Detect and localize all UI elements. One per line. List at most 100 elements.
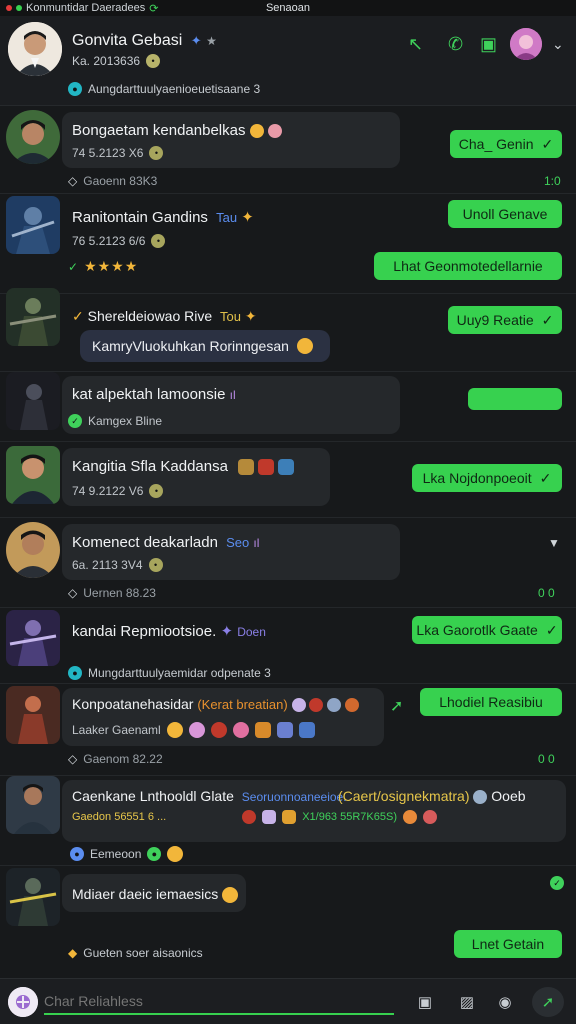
check-icon: ✓ bbox=[72, 308, 84, 324]
message-meta: 6a. 2113 3V4 • bbox=[72, 558, 163, 572]
message-sub-meta-text: Uernen 88.23 bbox=[83, 586, 156, 600]
read-receipt: 0 0 bbox=[538, 586, 555, 600]
read-receipt: 0 0 bbox=[538, 752, 555, 766]
contact-name: Gonvita Gebasi ✦ ★ bbox=[72, 32, 217, 50]
message-sender-text: Ranitontain Gandins bbox=[72, 209, 208, 226]
back-arrow-icon[interactable]: ↖ bbox=[408, 34, 423, 55]
message-sender-tag: Seoruonnoaneeioe. bbox=[241, 790, 347, 804]
message-sender-tail: Ooeb bbox=[491, 788, 526, 804]
chat-row[interactable]: Bongaetam kendanbelkas 74 5.2123 X6 • Ch… bbox=[0, 106, 576, 194]
message-sender-tag: (Kerat breatian) bbox=[197, 697, 288, 712]
message-bubble[interactable]: KamryVluokuhkan Rorinngesan bbox=[80, 330, 330, 362]
emoji-icon bbox=[298, 722, 315, 738]
emoji-icon bbox=[210, 722, 227, 738]
avatar[interactable] bbox=[6, 522, 60, 578]
read-receipt: 1:0 bbox=[544, 174, 561, 188]
emoji-icon bbox=[267, 124, 282, 139]
avatar[interactable] bbox=[6, 610, 60, 666]
diamond-icon: ◇ bbox=[68, 174, 78, 188]
reply-button[interactable]: Lnet Getain bbox=[454, 930, 562, 958]
avatar[interactable] bbox=[6, 776, 60, 834]
chevron-down-icon[interactable]: ▼ bbox=[548, 536, 560, 550]
message-meta: 74 5.2123 X6 • bbox=[72, 146, 164, 160]
emoji-icon bbox=[296, 338, 313, 354]
emoji-icon bbox=[291, 698, 306, 713]
send-icon[interactable]: ➚ bbox=[390, 696, 403, 716]
reply-button-label: Lhodiel Reasibiu bbox=[439, 694, 543, 710]
chat-row[interactable]: ✓ Shereldeiowao Rive Tou ✦ KamryVluokuhk… bbox=[0, 288, 576, 372]
diamond-icon: ◆ bbox=[68, 946, 78, 960]
avatar[interactable] bbox=[6, 372, 60, 430]
check-circle-icon: ✓ bbox=[68, 414, 82, 428]
contact-meta: Ka. 2013636 • bbox=[72, 54, 161, 68]
avatar[interactable] bbox=[8, 22, 62, 76]
message-sub-meta-text: Mungdarttuulyaemidar odpenate 3 bbox=[88, 666, 271, 680]
video-icon[interactable]: ▣ bbox=[480, 34, 497, 55]
message-sender: ✓ Shereldeiowao Rive Tou ✦ bbox=[72, 308, 257, 325]
message-sub-meta: ● Mungdarttuulyaemidar odpenate 3 bbox=[68, 666, 271, 680]
check-icon: ✓ bbox=[545, 621, 558, 638]
chat-row[interactable]: Mdiaer daeic iemaesics ✓ bbox=[0, 866, 576, 926]
emoji-icon bbox=[249, 124, 264, 139]
message-meta: Gaedon 56551 6 ... X1/963 55R7K65S) bbox=[72, 810, 437, 824]
avatar[interactable] bbox=[6, 196, 60, 254]
emoji-icon: • bbox=[151, 234, 166, 248]
profile-avatar[interactable] bbox=[510, 28, 542, 60]
message-meta-text: Kamgex Bline bbox=[88, 414, 163, 428]
message-input[interactable] bbox=[44, 989, 394, 1015]
reply-button[interactable]: Lka Gaorotlk Gaate ✓ bbox=[412, 616, 562, 644]
call-icon[interactable]: ✆ bbox=[448, 34, 463, 55]
message-sender-text: kandai Repmiootsioe. bbox=[72, 623, 217, 640]
chat-row[interactable]: Ranitontain Gandins Tau ✦ 76 5.2123 6/6 … bbox=[0, 194, 576, 294]
reply-button-label: Unoll Genave bbox=[462, 206, 548, 222]
reply-button[interactable]: Cha_ Genin ✓ bbox=[450, 130, 562, 158]
image-icon[interactable]: ▨ bbox=[456, 991, 478, 1013]
status-icon: ● bbox=[70, 847, 84, 861]
rating: ✓ ★★★★ bbox=[68, 258, 138, 275]
message-sender: Konpoatanehasidar (Kerat breatian) bbox=[72, 696, 360, 713]
attachment-icon[interactable]: ▣ bbox=[414, 991, 436, 1013]
message-sub-meta-text: Gaenom 82.22 bbox=[83, 752, 163, 766]
reply-button-label: Lka Gaorotlk Gaate bbox=[416, 622, 538, 638]
check-icon: ✓ bbox=[539, 469, 552, 486]
message-sender-text: Caenkane Lnthooldl Glate bbox=[72, 788, 234, 804]
avatar[interactable] bbox=[6, 446, 60, 504]
reply-button[interactable]: Unoll Genave bbox=[448, 200, 562, 228]
avatar[interactable] bbox=[6, 868, 60, 926]
chat-row[interactable]: Kangitia Sfla Kaddansa 74 9.2122 V6 • Lk… bbox=[0, 442, 576, 518]
reply-button-label: Uuy9 Reatie bbox=[456, 312, 534, 328]
chat-row[interactable]: ◆ Gueten soer aisaonics Lnet Getain bbox=[0, 920, 576, 978]
reply-button[interactable]: Uuy9 Reatie ✓ bbox=[448, 306, 562, 334]
composer-avatar[interactable] bbox=[8, 987, 38, 1017]
game-icon bbox=[238, 459, 255, 476]
message-sender-text: Kangitia Sfla Kaddansa bbox=[72, 458, 228, 475]
avatar[interactable] bbox=[6, 686, 60, 744]
message-sub-meta-text: Gueten soer aisaonics bbox=[83, 946, 203, 960]
send-icon[interactable]: ➚ bbox=[532, 987, 564, 1017]
message-sender-extra: (Caert/osignekmatra) Ooeb bbox=[338, 788, 526, 805]
status-bar: Konmuntidar Daeradees ⟳ Senaoan bbox=[0, 0, 576, 16]
message-sub-meta: ◇ Gaenom 82.22 bbox=[68, 752, 163, 766]
chat-row[interactable]: kat alpektah lamoonsie ıl ✓ Kamgex Bline bbox=[0, 372, 576, 442]
chevron-down-icon[interactable]: ⌄ bbox=[552, 36, 564, 53]
reply-button[interactable]: Lhodiel Reasibiu bbox=[420, 688, 562, 716]
avatar[interactable] bbox=[6, 110, 60, 164]
avatar[interactable] bbox=[6, 288, 60, 346]
message-sender-text: Shereldeiowao Rive bbox=[87, 308, 213, 324]
reply-button[interactable]: Lka Nojdonpoeoit ✓ bbox=[412, 464, 562, 492]
chat-row[interactable]: Konpoatanehasidar (Kerat breatian) ➚ Laa… bbox=[0, 684, 576, 776]
message-bubble-text: KamryVluokuhkan Rorinngesan bbox=[92, 338, 289, 354]
message-meta: ✓ Kamgex Bline bbox=[68, 414, 162, 428]
message-sender-text: Mdiaer daeic iemaesics bbox=[72, 886, 219, 902]
contact-status-text: Aungdarttuulyaenioeuetisaane 3 bbox=[88, 82, 261, 96]
camera-icon[interactable]: ◉ bbox=[494, 991, 516, 1013]
reply-button[interactable] bbox=[468, 388, 562, 410]
emoji-icon bbox=[232, 722, 249, 738]
chat-row[interactable]: kandai Repmiootsioe. ✦ Doen ● Mungdarttu… bbox=[0, 608, 576, 684]
chat-row[interactable]: Komenect deakarladn Seo ıl 6a. 2113 3V4 … bbox=[0, 518, 576, 608]
composer: ▣ ▨ ◉ ➚ bbox=[0, 978, 576, 1024]
chat-row[interactable]: Caenkane Lnthooldl Glate Seoruonnoaneeio… bbox=[0, 776, 576, 866]
message-sender: Kangitia Sfla Kaddansa bbox=[72, 458, 295, 476]
signal-icon: ıl bbox=[229, 388, 236, 402]
action-button[interactable]: Lhat Geonmotedellarnie bbox=[374, 252, 562, 280]
